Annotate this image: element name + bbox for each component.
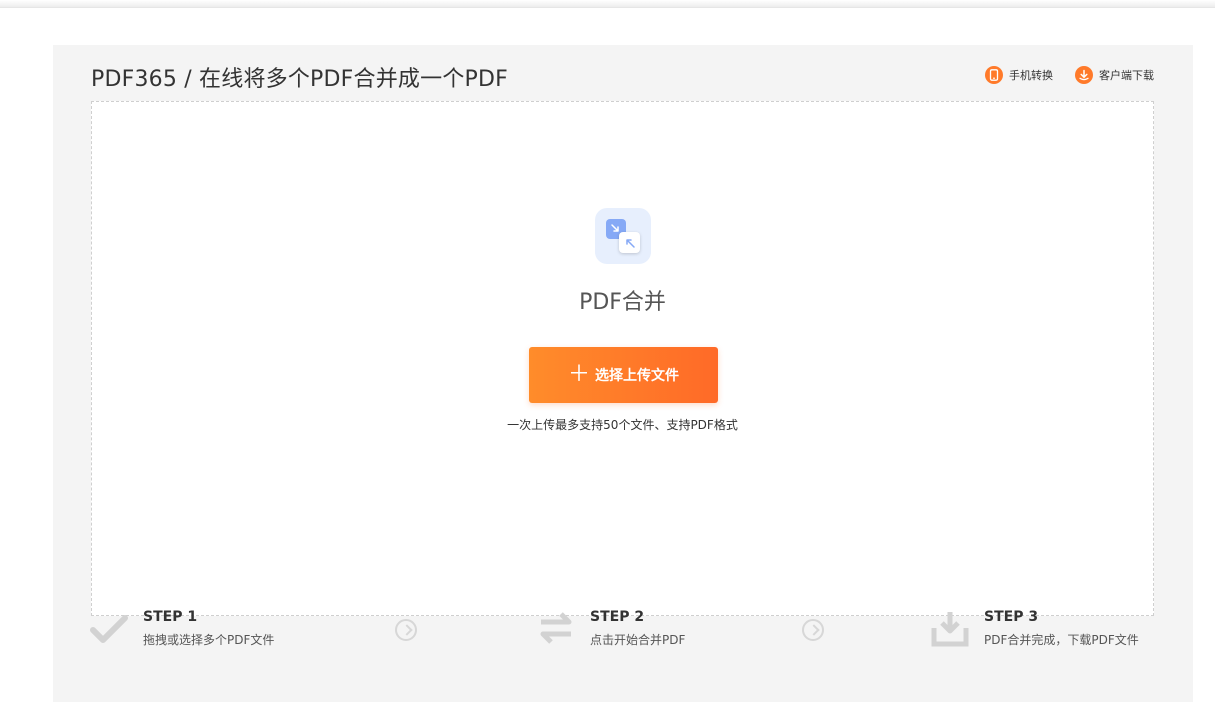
step-3-desc: PDF合并完成，下载PDF文件: [984, 633, 1139, 647]
swap-icon: [537, 610, 575, 648]
top-divider: [0, 0, 1215, 8]
header-links: 手机转换 客户端下载: [985, 66, 1154, 84]
client-download-link[interactable]: 客户端下载: [1075, 66, 1154, 84]
merge-panel: PDF365 / 在线将多个PDF合并成一个PDF 手机转换 客户端下载 PDF…: [53, 45, 1193, 702]
mobile-convert-label: 手机转换: [1009, 69, 1053, 82]
download-tray-icon: [931, 610, 969, 648]
phone-icon: [985, 66, 1003, 84]
step-1: STEP 1 拖拽或选择多个PDF文件: [90, 608, 274, 648]
upload-file-button[interactable]: ＋ 选择上传文件: [529, 347, 718, 403]
merge-icon-front: [619, 232, 640, 253]
upload-note: 一次上传最多支持50个文件、支持PDF格式: [507, 418, 738, 432]
mobile-convert-link[interactable]: 手机转换: [985, 66, 1053, 84]
step-arrow-icon: [395, 619, 417, 641]
step-1-title: STEP 1: [143, 609, 198, 625]
step-2: STEP 2 点击开始合并PDF: [537, 608, 685, 648]
download-icon: [1075, 66, 1093, 84]
step-1-desc: 拖拽或选择多个PDF文件: [143, 633, 275, 647]
tool-name: PDF合并: [579, 290, 666, 315]
step-3-title: STEP 3: [984, 609, 1039, 625]
step-arrow-icon: [802, 619, 824, 641]
file-drop-zone[interactable]: PDF合并 ＋ 选择上传文件 一次上传最多支持50个文件、支持PDF格式: [91, 101, 1154, 616]
plus-icon: ＋: [567, 362, 590, 387]
pdf-merge-icon: [595, 208, 651, 264]
client-download-label: 客户端下载: [1099, 69, 1154, 82]
upload-button-label: 选择上传文件: [595, 368, 679, 384]
step-3: STEP 3 PDF合并完成，下载PDF文件: [931, 608, 1139, 648]
check-icon: [90, 610, 128, 648]
page-title: PDF365 / 在线将多个PDF合并成一个PDF: [91, 67, 508, 92]
step-2-title: STEP 2: [590, 609, 645, 625]
step-2-desc: 点击开始合并PDF: [590, 633, 686, 647]
